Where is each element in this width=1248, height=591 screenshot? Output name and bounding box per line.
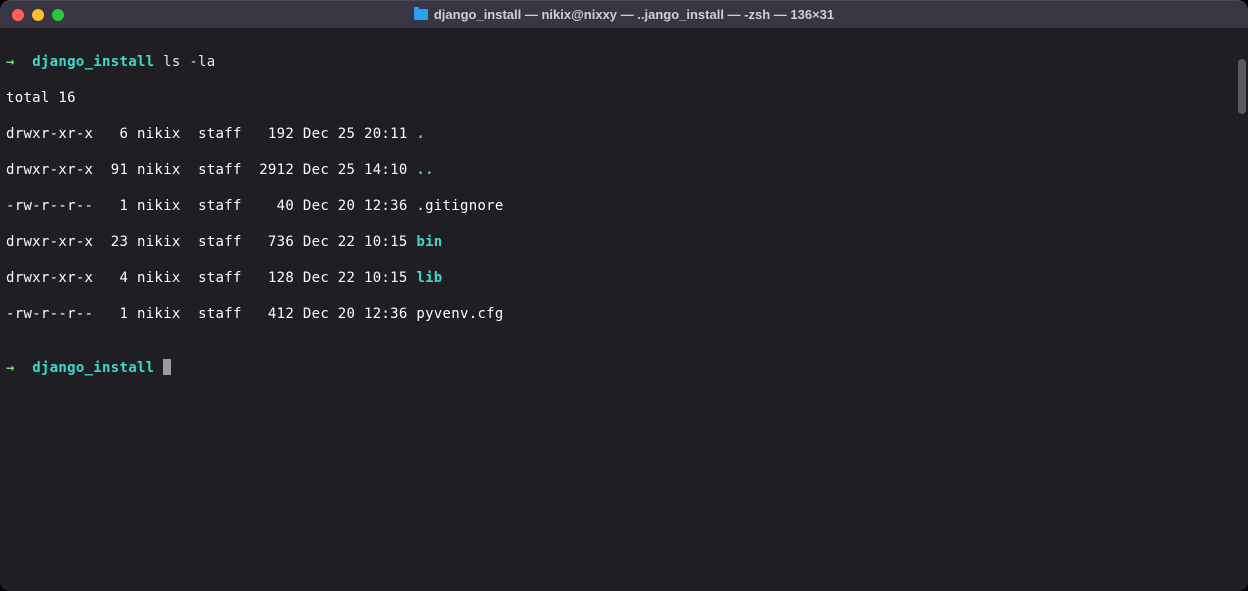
cursor	[163, 359, 171, 375]
prompt-arrow: →	[6, 54, 15, 70]
prompt2-arrow: →	[6, 360, 15, 376]
file-row: drwxr-xr-x 6 nikix staff 192 Dec 25 20:1…	[6, 125, 1242, 143]
filename: bin	[416, 234, 442, 250]
date: Dec 25 14:10	[303, 162, 408, 178]
filename: pyvenv.cfg	[416, 306, 503, 322]
perm: drwxr-xr-x	[6, 126, 93, 142]
total-line: total 16	[6, 89, 1242, 107]
window-title: django_install — nikix@nixxy — ..jango_i…	[414, 7, 834, 22]
owner: nikix	[137, 126, 181, 142]
group: staff	[198, 270, 242, 286]
close-button[interactable]	[12, 9, 24, 21]
links: 1	[102, 198, 128, 214]
owner: nikix	[137, 270, 181, 286]
prompt-cwd: django_install	[32, 54, 154, 70]
perm: -rw-r--r--	[6, 198, 93, 214]
traffic-lights	[12, 9, 64, 21]
perm: -rw-r--r--	[6, 306, 93, 322]
titlebar: django_install — nikix@nixxy — ..jango_i…	[0, 1, 1248, 29]
terminal-output[interactable]: → django_install ls -la total 16 drwxr-x…	[0, 29, 1248, 591]
filename: .gitignore	[416, 198, 503, 214]
scrollbar[interactable]	[1238, 59, 1246, 114]
group: staff	[198, 198, 242, 214]
size: 736	[250, 234, 294, 250]
owner: nikix	[137, 162, 181, 178]
date: Dec 22 10:15	[303, 270, 408, 286]
links: 23	[102, 234, 128, 250]
perm: drwxr-xr-x	[6, 270, 93, 286]
size: 192	[250, 126, 294, 142]
perm: drwxr-xr-x	[6, 162, 93, 178]
prompt2-cwd: django_install	[32, 360, 154, 376]
file-row: -rw-r--r-- 1 nikix staff 412 Dec 20 12:3…	[6, 305, 1242, 323]
links: 4	[102, 270, 128, 286]
filename: .	[416, 126, 425, 142]
owner: nikix	[137, 306, 181, 322]
size: 128	[250, 270, 294, 286]
window-title-text: django_install — nikix@nixxy — ..jango_i…	[434, 7, 834, 22]
filename: lib	[416, 270, 442, 286]
date: Dec 22 10:15	[303, 234, 408, 250]
group: staff	[198, 126, 242, 142]
links: 91	[102, 162, 128, 178]
file-row: drwxr-xr-x 23 nikix staff 736 Dec 22 10:…	[6, 233, 1242, 251]
group: staff	[198, 162, 242, 178]
file-row: drwxr-xr-x 91 nikix staff 2912 Dec 25 14…	[6, 161, 1242, 179]
links: 1	[102, 306, 128, 322]
links: 6	[102, 126, 128, 142]
group: staff	[198, 234, 242, 250]
size: 412	[250, 306, 294, 322]
group: staff	[198, 306, 242, 322]
file-row: drwxr-xr-x 4 nikix staff 128 Dec 22 10:1…	[6, 269, 1242, 287]
size: 2912	[250, 162, 294, 178]
zoom-button[interactable]	[52, 9, 64, 21]
size: 40	[250, 198, 294, 214]
date: Dec 25 20:11	[303, 126, 408, 142]
perm: drwxr-xr-x	[6, 234, 93, 250]
filename: ..	[416, 162, 433, 178]
folder-icon	[414, 9, 428, 20]
file-row: -rw-r--r-- 1 nikix staff 40 Dec 20 12:36…	[6, 197, 1242, 215]
prompt-command: ls -la	[163, 54, 215, 70]
date: Dec 20 12:36	[303, 306, 408, 322]
owner: nikix	[137, 234, 181, 250]
date: Dec 20 12:36	[303, 198, 408, 214]
terminal-window: django_install — nikix@nixxy — ..jango_i…	[0, 0, 1248, 591]
minimize-button[interactable]	[32, 9, 44, 21]
owner: nikix	[137, 198, 181, 214]
